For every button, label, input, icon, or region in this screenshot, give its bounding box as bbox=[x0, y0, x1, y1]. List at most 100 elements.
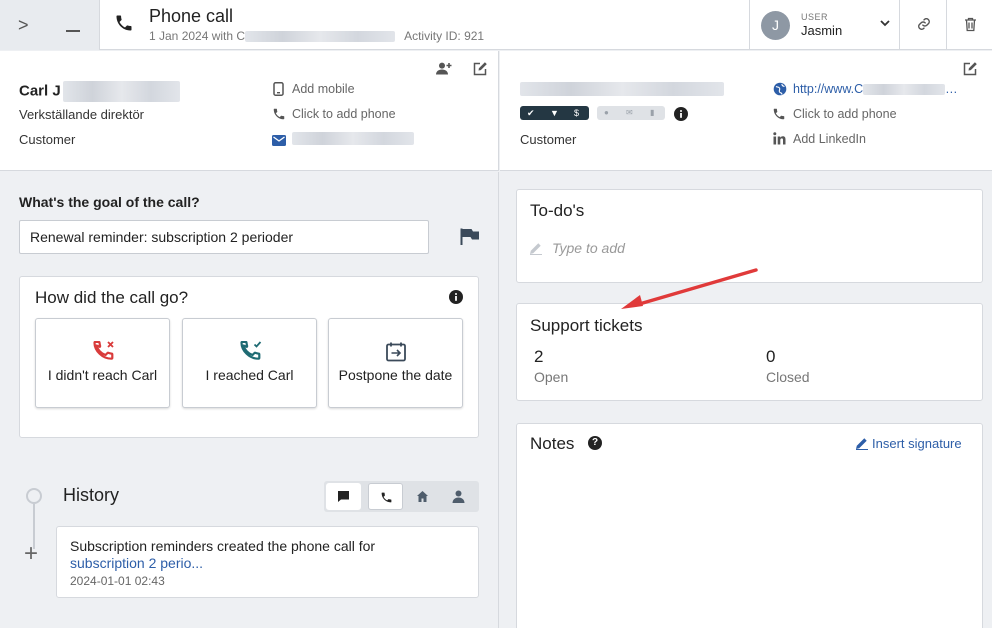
info-icon[interactable] bbox=[449, 290, 463, 309]
pencil-icon bbox=[856, 438, 868, 450]
todo-input[interactable]: Type to add bbox=[552, 240, 625, 256]
dollar-badge-icon: $ bbox=[574, 108, 580, 118]
history-entry-time: 2024-01-01 02:43 bbox=[70, 574, 165, 588]
insert-signature-label[interactable]: Insert signature bbox=[872, 436, 962, 451]
file-badge-icon: ▮ bbox=[650, 108, 655, 117]
user-label: USER bbox=[801, 12, 829, 22]
history-entry-text: Subscription reminders created the phone… bbox=[70, 538, 376, 554]
email-icon bbox=[272, 133, 286, 151]
add-linkedin-link[interactable]: Add LinkedIn bbox=[793, 132, 866, 146]
call-date-with: 1 Jan 2024 with C bbox=[149, 29, 246, 43]
globe-icon bbox=[773, 82, 787, 101]
notes-card: Notes ? Insert signature bbox=[516, 423, 983, 628]
history-entry-link[interactable]: subscription 2 perio... bbox=[70, 555, 203, 571]
phone-icon bbox=[272, 107, 286, 126]
call-subtitle: 1 Jan 2024 with C Activity ID: 921 bbox=[149, 29, 484, 43]
history-title: History bbox=[63, 485, 120, 505]
company-add-phone-link[interactable]: Click to add phone bbox=[793, 107, 897, 121]
help-icon[interactable]: ? bbox=[588, 436, 602, 450]
company-panel: ✔ ▼ $ Customer http://www.C … Click to ad… bbox=[500, 51, 992, 171]
contact-name-text: Carl J bbox=[19, 82, 61, 100]
closed-tickets-count[interactable]: 0 bbox=[766, 347, 775, 367]
activity-id: Activity ID: 921 bbox=[404, 29, 485, 43]
open-tickets-label[interactable]: Open bbox=[534, 369, 568, 385]
contact-type: Customer bbox=[19, 132, 76, 147]
contact-person-panel: Carl J Verkställande direktör Customer A… bbox=[0, 51, 499, 171]
company-type: Customer bbox=[520, 132, 577, 147]
closed-tickets-label[interactable]: Closed bbox=[766, 369, 810, 385]
company-status-badges: ✔ ▼ $ bbox=[520, 106, 589, 120]
timeline-dot bbox=[26, 488, 42, 504]
phone-icon bbox=[381, 492, 392, 503]
avatar: J bbox=[761, 11, 790, 40]
website-text[interactable]: http://www.C bbox=[793, 82, 863, 96]
call-outcome-card: How did the call go? I didn't reach Carl… bbox=[19, 276, 479, 438]
open-tickets-count[interactable]: 2 bbox=[534, 347, 543, 367]
mobile-icon bbox=[273, 82, 284, 101]
phone-icon bbox=[114, 13, 134, 38]
user-name: Jasmin bbox=[801, 23, 843, 38]
chevron-right-icon[interactable]: > bbox=[18, 15, 29, 36]
link-button[interactable] bbox=[899, 0, 946, 50]
person-icon bbox=[452, 490, 465, 503]
redacted-company bbox=[245, 31, 396, 43]
globe-badge-icon: ● bbox=[604, 108, 609, 117]
website-link[interactable]: http://www.C … bbox=[793, 82, 958, 96]
contact-name: Carl J bbox=[19, 81, 180, 102]
website-ellipsis[interactable]: … bbox=[945, 82, 958, 96]
todos-card: To-do's Type to add bbox=[516, 189, 983, 283]
didnt-reach-button[interactable]: I didn't reach Carl bbox=[35, 318, 170, 408]
redacted-surname bbox=[62, 81, 180, 102]
comment-icon bbox=[338, 491, 349, 502]
add-mobile-link[interactable]: Add mobile bbox=[292, 82, 355, 96]
pencil-icon bbox=[529, 241, 543, 260]
reached-label: I reached Carl bbox=[205, 367, 294, 383]
delete-button[interactable] bbox=[946, 0, 992, 50]
redacted-email[interactable] bbox=[292, 132, 414, 145]
goal-input[interactable] bbox=[19, 220, 429, 254]
filter-comments-button[interactable] bbox=[326, 483, 361, 510]
info-icon[interactable] bbox=[674, 107, 688, 126]
link-icon[interactable] bbox=[917, 17, 931, 31]
trash-icon[interactable] bbox=[964, 17, 977, 32]
reached-button[interactable]: I reached Carl bbox=[182, 318, 317, 408]
redacted-company-name bbox=[520, 82, 724, 96]
side-panel: To-do's Type to add Support tickets 2 Op… bbox=[500, 172, 992, 628]
postpone-label: Postpone the date bbox=[338, 367, 453, 383]
phone-check-icon bbox=[240, 341, 262, 360]
chevron-down-icon[interactable] bbox=[880, 18, 890, 30]
minimize-icon[interactable] bbox=[66, 30, 80, 32]
page-title: Phone call bbox=[149, 6, 234, 26]
filter-calls-button[interactable] bbox=[368, 483, 403, 510]
expand-panel-button[interactable]: > bbox=[0, 0, 100, 50]
user-selector[interactable]: J USER Jasmin bbox=[749, 0, 899, 50]
redacted-website[interactable] bbox=[863, 84, 946, 96]
phone-icon bbox=[772, 107, 786, 126]
home-icon bbox=[417, 491, 428, 502]
contact-title: Verkställande direktör bbox=[19, 107, 145, 122]
support-tickets-card: Support tickets 2 Open 0 Closed bbox=[516, 303, 983, 401]
add-phone-link[interactable]: Click to add phone bbox=[292, 107, 396, 121]
insert-signature-button[interactable]: Insert signature bbox=[855, 436, 962, 451]
notes-title: Notes bbox=[530, 434, 575, 453]
edit-icon[interactable] bbox=[963, 62, 977, 81]
didnt-reach-label: I didn't reach Carl bbox=[47, 367, 158, 383]
add-person-icon[interactable] bbox=[436, 62, 452, 80]
support-tickets-title: Support tickets bbox=[530, 316, 643, 335]
add-history-icon[interactable]: + bbox=[24, 542, 38, 566]
filter-badge-icon: ▼ bbox=[550, 108, 559, 118]
goal-label: What's the goal of the call? bbox=[19, 194, 200, 210]
edit-icon[interactable] bbox=[473, 62, 487, 81]
flag-icon[interactable] bbox=[460, 228, 479, 250]
history-entry: Subscription reminders created the phone… bbox=[56, 526, 479, 598]
mail-badge-icon: ✉ bbox=[626, 108, 633, 117]
filter-contact-button[interactable] bbox=[441, 483, 476, 510]
postpone-button[interactable]: Postpone the date bbox=[328, 318, 463, 408]
calendar-arrow-icon bbox=[386, 342, 406, 362]
filter-company-button[interactable] bbox=[405, 483, 440, 510]
call-outcome-title: How did the call go? bbox=[35, 288, 189, 307]
top-bar: > Phone call 1 Jan 2024 with C Activity I… bbox=[0, 0, 992, 50]
linkedin-icon bbox=[773, 132, 786, 150]
company-inactive-badges: ● ✉ ▮ bbox=[597, 106, 665, 120]
missed-call-icon bbox=[93, 341, 114, 360]
